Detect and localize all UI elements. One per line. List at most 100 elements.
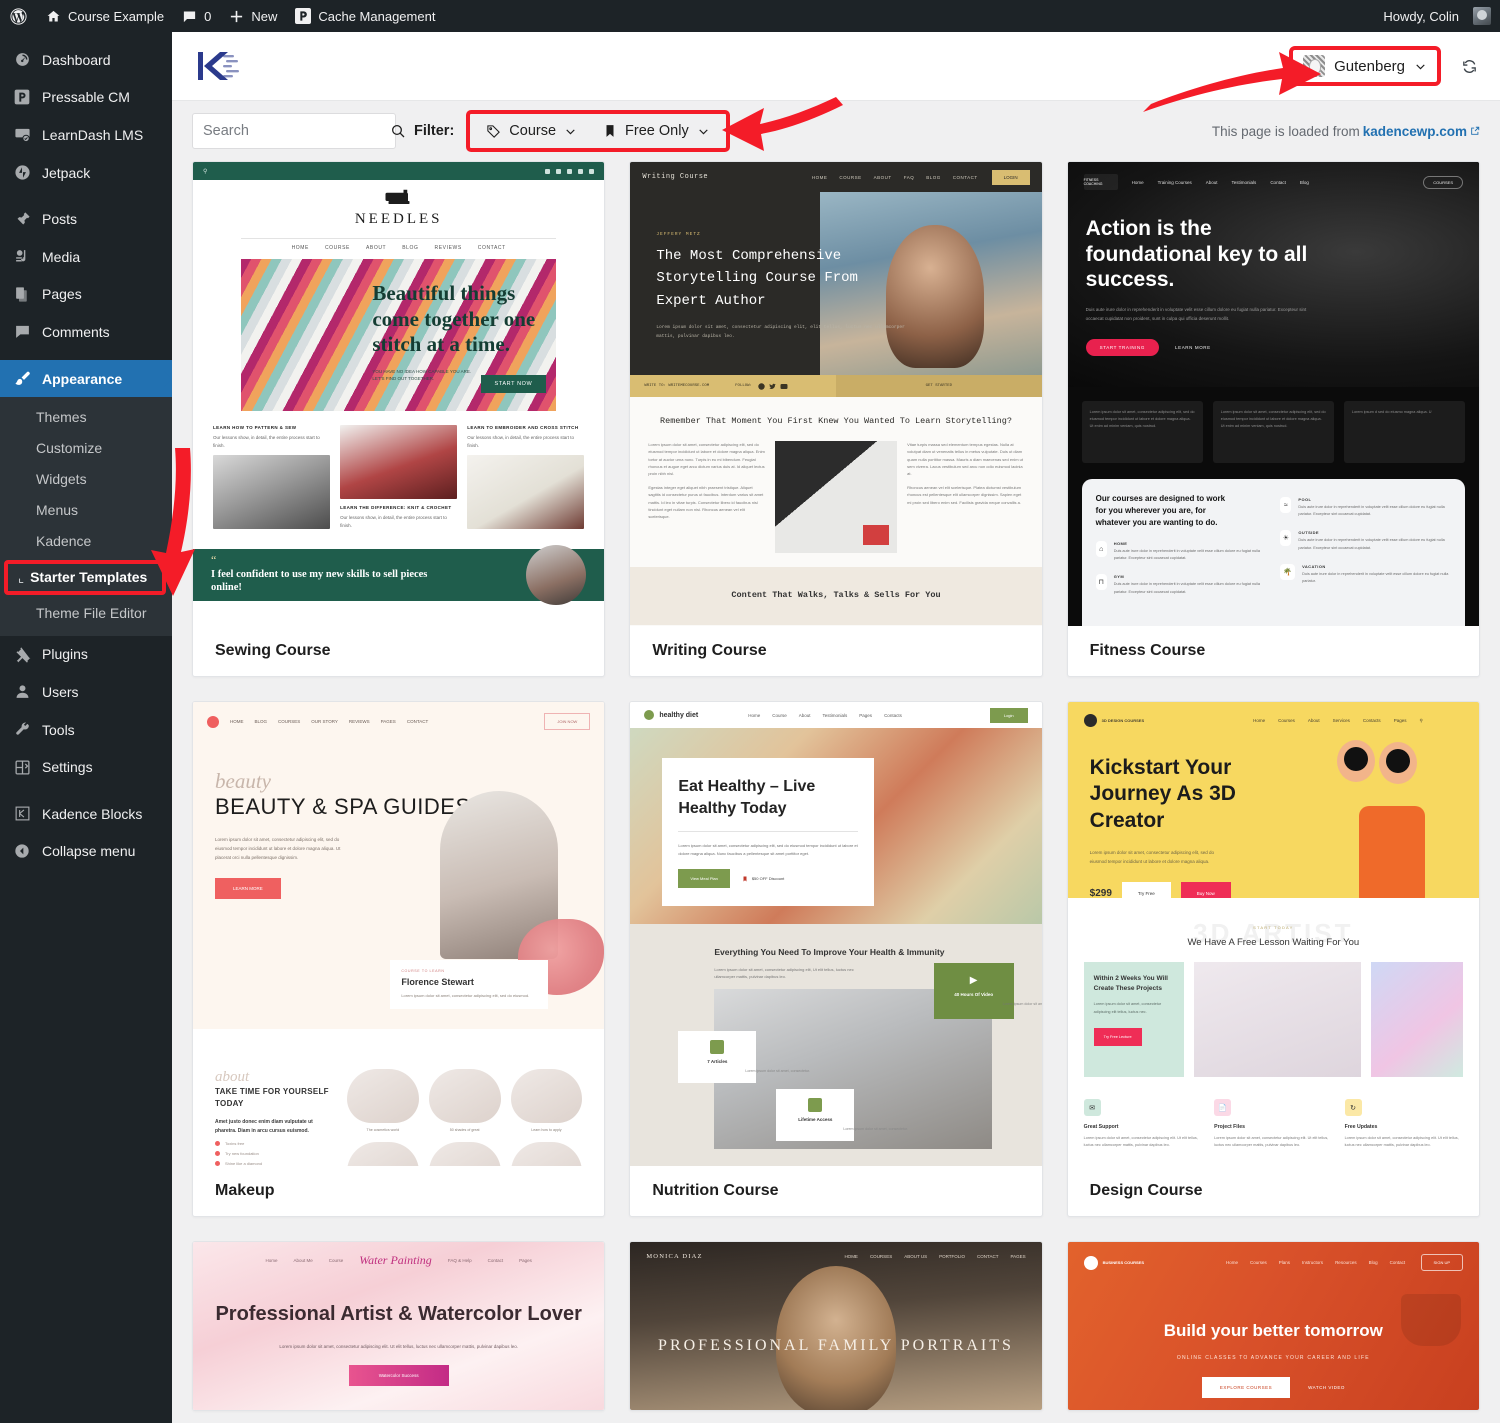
home-icon: [46, 9, 61, 24]
sidebar-item-learndash-lms[interactable]: LearnDash LMS: [0, 116, 172, 154]
sidebar-item-kadence-blocks[interactable]: Kadence Blocks: [0, 795, 172, 833]
sidebar-item-plugins[interactable]: Plugins: [0, 636, 172, 674]
new-content-button[interactable]: New: [220, 0, 286, 32]
template-card-writing-course[interactable]: Writing Course HOME COURSE ABOUT FAQ BLO…: [629, 161, 1043, 677]
preview-testimonial-cards: Lorem ipsum dolor sit amet, consectetur …: [1068, 387, 1479, 463]
tag-icon: [486, 124, 501, 139]
testimonial-card: Lorem ipsum d sed do eiusmo magna aliqua…: [1343, 401, 1465, 463]
tag-title: 40 Hours Of Video: [954, 991, 994, 997]
comments-button[interactable]: 0: [173, 0, 220, 32]
submenu-item-kadence[interactable]: Kadence: [0, 526, 172, 557]
gallery-item: The cosmetics world: [347, 1069, 419, 1132]
decorative-cup: [1401, 1294, 1461, 1346]
submenu-item-themes[interactable]: Themes: [0, 402, 172, 433]
template-preview: FITNESS COACHING Home Training Courses A…: [1067, 162, 1479, 626]
submenu-label: Themes: [36, 409, 87, 426]
tag-text: Lorem ipsum dolor sit amet, consectetur.: [1002, 1001, 1042, 1006]
play-icon: ▶: [969, 974, 978, 986]
submenu-item-starter-templates[interactable]: ⌞ Starter Templates: [0, 559, 172, 595]
account-menu[interactable]: Howdy, Colin: [1374, 0, 1500, 32]
nav-link: Course: [328, 1258, 344, 1263]
nav-link: Home: [265, 1258, 278, 1263]
pressable-icon: [295, 8, 312, 24]
search-icon[interactable]: [390, 123, 406, 139]
sidebar-item-label: Users: [42, 683, 79, 700]
template-preview: 3D DESIGN COURSES Home Courses About Ser…: [1067, 702, 1479, 1166]
about-script: about: [215, 1069, 250, 1085]
site-name-button[interactable]: Course Example: [37, 0, 173, 32]
quote-icon: “: [211, 553, 217, 568]
template-card-makeup[interactable]: HOME BLOG COURSES OUR STORY REVIEWS PAGE…: [192, 701, 606, 1217]
sidebar-item-appearance[interactable]: Appearance: [0, 359, 172, 398]
design-library-switcher[interactable]: Gutenberg: [1289, 46, 1441, 86]
sidebar-item-comments[interactable]: Comments: [0, 313, 172, 351]
template-card-fitness-course[interactable]: FITNESS COACHING Home Training Courses A…: [1066, 161, 1480, 677]
sidebar-item-label: Plugins: [42, 646, 88, 663]
loaded-from-link[interactable]: kadencewp.com: [1363, 124, 1467, 139]
template-card-watercolor[interactable]: Home About Me Course Water Painting FAQ …: [192, 1241, 606, 1411]
admin-sidebar: Dashboard Pressable CM LearnDash LMS Jet…: [0, 32, 172, 1423]
sidebar-item-pressable-cm[interactable]: Pressable CM: [0, 79, 172, 117]
bookmark-icon: [603, 124, 617, 138]
preview-nav: Home About Me Course Water Painting FAQ …: [193, 1242, 604, 1279]
hero-sub: Lorem ipsum dolor sit amet, consectetur …: [656, 325, 905, 339]
comment-bubble-icon: [182, 9, 197, 24]
submenu-item-widgets[interactable]: Widgets: [0, 464, 172, 495]
loaded-from-prefix: This page is loaded from: [1211, 123, 1360, 139]
wordpress-logo-button[interactable]: [0, 0, 37, 32]
sidebar-item-users[interactable]: Users: [0, 673, 172, 711]
sidebar-item-pages[interactable]: Pages: [0, 276, 172, 314]
about-text: Amet justo donec enim diam vulputate ut …: [215, 1119, 313, 1134]
nav-link: FAQ: [903, 174, 915, 180]
sidebar-item-settings[interactable]: Settings: [0, 748, 172, 786]
search-box[interactable]: [192, 113, 405, 149]
brand-name: Water Painting: [359, 1253, 432, 1267]
sidebar-item-jetpack[interactable]: Jetpack: [0, 154, 172, 192]
nav-link: COURSE: [324, 245, 350, 251]
gallery-caption: The cosmetics world: [366, 1128, 400, 1132]
template-card-portraits[interactable]: MONICA DIAZ HOME COURSES ABOUT US PORTFO…: [629, 1241, 1043, 1411]
feature-tag-video: ▶ 40 Hours Of Video Lorem ipsum dolor si…: [933, 962, 1042, 1020]
template-grid: ⚲ NEEDLES HOME COURSE ABOUT BLOG REVIEWS…: [172, 161, 1500, 1411]
card-text: Lorem ipsum dolor sit amet, consectetur …: [401, 993, 530, 999]
pressable-icon: [12, 89, 32, 105]
submenu-item-menus[interactable]: Menus: [0, 495, 172, 526]
sidebar-item-dashboard[interactable]: Dashboard: [0, 41, 172, 79]
hero-headline: Kickstart Your Journey As 3D Creator: [1089, 756, 1236, 832]
preview-hero: beauty BEAUTY & SPA GUIDES Lorem ipsum d…: [193, 769, 605, 1009]
gallery-item: Use a good primer: [347, 1142, 419, 1166]
refresh-button[interactable]: [1461, 58, 1478, 75]
sidebar-item-collapse-menu[interactable]: Collapse menu: [0, 833, 172, 871]
jetpack-icon: [12, 164, 32, 181]
gutenberg-thumbnail-icon: [1303, 55, 1326, 77]
template-preview: Home About Me Course Water Painting FAQ …: [193, 1242, 605, 1410]
palm-tree-icon: 🌴: [1280, 563, 1296, 580]
sidebar-item-tools[interactable]: Tools: [0, 711, 172, 749]
preview-hero: Eat Healthy – Live Healthy Today Lorem i…: [630, 728, 1042, 924]
template-card-design-course[interactable]: 3D DESIGN COURSES Home Courses About Ser…: [1066, 701, 1480, 1217]
nav-link: Pages: [519, 1258, 532, 1263]
sidebar-item-label: Pressable CM: [42, 89, 130, 106]
nav-link: Contacts: [1362, 718, 1381, 723]
feature-text: Our lessons show, in detail, the entire …: [213, 435, 320, 448]
hero-sub: Duis aute irure dolor in reprehenderit i…: [1085, 306, 1307, 321]
search-input[interactable]: [203, 123, 390, 139]
template-card-nutrition-course[interactable]: healthy diet Home Course About Testimoni…: [629, 701, 1043, 1217]
filter-price-dropdown[interactable]: Free Only: [603, 123, 710, 139]
submenu-item-customize[interactable]: Customize: [0, 433, 172, 464]
template-card-sewing-course[interactable]: ⚲ NEEDLES HOME COURSE ABOUT BLOG REVIEWS…: [192, 161, 606, 677]
feature-text: Duis aute irure dolor in reprehenderit i…: [1298, 538, 1445, 550]
filter-bar: Filter: Course Free Only: [172, 101, 1500, 161]
filter-price-label: Free Only: [625, 123, 689, 139]
submenu-item-theme-file-editor[interactable]: Theme File Editor: [0, 598, 172, 629]
discount-label: $50 OFF Discount: [751, 876, 785, 882]
testimonial-card: Lorem ipsum dolor sit amet, consectetur …: [1212, 401, 1334, 463]
feature-kicker: LEARN TO EMBROIDER AND CROSS STITCH: [467, 425, 579, 430]
filter-category-dropdown[interactable]: Course: [486, 123, 577, 139]
cache-management-button[interactable]: Cache Management: [286, 0, 444, 32]
sidebar-item-posts[interactable]: Posts: [0, 200, 172, 238]
sidebar-item-media[interactable]: Media: [0, 238, 172, 276]
social-icons: [545, 168, 595, 174]
template-card-business-courses[interactable]: BUSINESS COURSES Home Courses Plans Inst…: [1066, 1241, 1480, 1411]
section-title: We Have A Free Lesson Waiting For You: [1187, 937, 1360, 948]
